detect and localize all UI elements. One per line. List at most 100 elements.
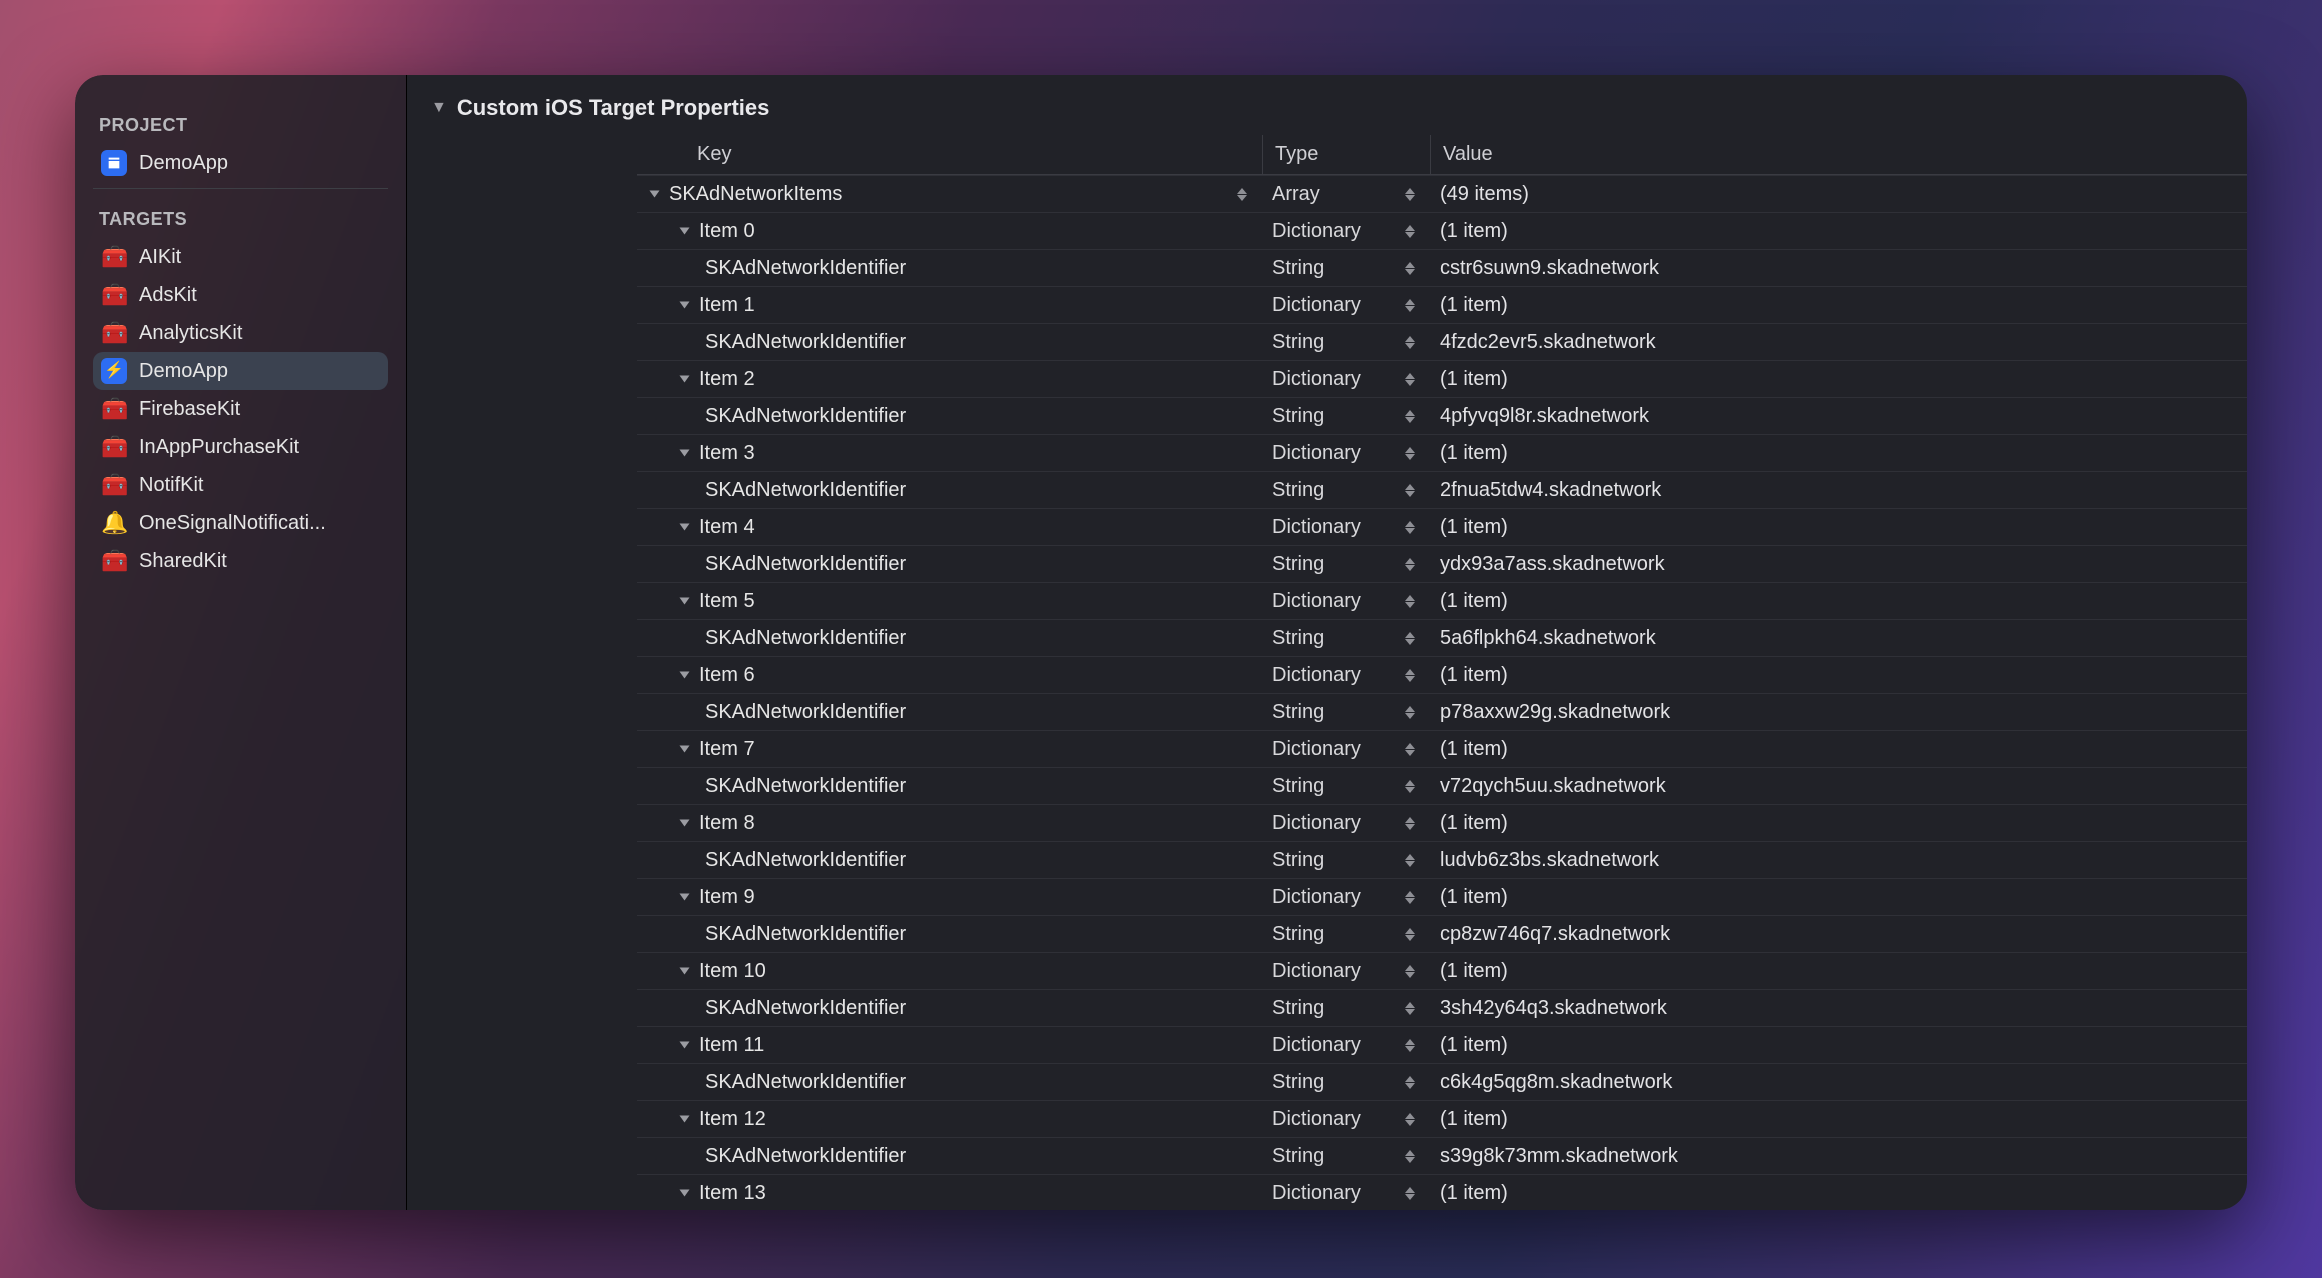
plist-row-item[interactable]: Item 9Dictionary(1 item) xyxy=(637,879,2247,916)
plist-key: Item 10 xyxy=(699,960,766,983)
stepper-icon[interactable] xyxy=(1400,478,1420,502)
plist-row-root[interactable]: SKAdNetworkItems Array (49 items) xyxy=(637,176,2247,213)
disclosure-triangle-icon[interactable] xyxy=(675,300,693,310)
plist-row-child[interactable]: SKAdNetworkIdentifierStringydx93a7ass.sk… xyxy=(637,546,2247,583)
disclosure-triangle-icon[interactable] xyxy=(675,226,693,236)
target-item[interactable]: 🧰FirebaseKit xyxy=(93,390,388,428)
disclosure-triangle-icon[interactable] xyxy=(675,596,693,606)
plist-row-child[interactable]: SKAdNetworkIdentifierString4pfyvq9l8r.sk… xyxy=(637,398,2247,435)
plist-row-child[interactable]: SKAdNetworkIdentifierStringp78axxw29g.sk… xyxy=(637,694,2247,731)
properties-section-header[interactable]: ▼ Custom iOS Target Properties xyxy=(407,75,2247,135)
plist-type: Dictionary xyxy=(1272,960,1361,983)
plist-key: Item 6 xyxy=(699,664,755,687)
plist-row-item[interactable]: Item 13Dictionary(1 item) xyxy=(637,1175,2247,1210)
plist-row-child[interactable]: SKAdNetworkIdentifierStringc6k4g5qg8m.sk… xyxy=(637,1064,2247,1101)
plist-row-child[interactable]: SKAdNetworkIdentifierString2fnua5tdw4.sk… xyxy=(637,472,2247,509)
plist-value: 4pfyvq9l8r.skadnetwork xyxy=(1440,405,1649,428)
stepper-icon[interactable] xyxy=(1400,1107,1420,1131)
plist-row-child[interactable]: SKAdNetworkIdentifierStringv72qych5uu.sk… xyxy=(637,768,2247,805)
plist-row-child[interactable]: SKAdNetworkIdentifierString4fzdc2evr5.sk… xyxy=(637,324,2247,361)
plist-type: Dictionary xyxy=(1272,442,1361,465)
disclosure-triangle-icon[interactable] xyxy=(675,744,693,754)
plist-value: (49 items) xyxy=(1440,183,1529,206)
stepper-icon[interactable] xyxy=(1400,330,1420,354)
stepper-icon[interactable] xyxy=(1400,663,1420,687)
plist-key: Item 2 xyxy=(699,368,755,391)
section-title-project: PROJECT xyxy=(93,105,388,144)
plist-row-item[interactable]: Item 10Dictionary(1 item) xyxy=(637,953,2247,990)
column-header-value[interactable]: Value xyxy=(1430,135,2247,175)
stepper-icon[interactable] xyxy=(1400,737,1420,761)
target-item[interactable]: 🧰AnalyticsKit xyxy=(93,314,388,352)
plist-row-item[interactable]: Item 0Dictionary(1 item) xyxy=(637,213,2247,250)
stepper-icon[interactable] xyxy=(1400,1033,1420,1057)
disclosure-triangle-icon[interactable] xyxy=(675,670,693,680)
plist-type: Dictionary xyxy=(1272,368,1361,391)
disclosure-triangle-icon[interactable] xyxy=(675,522,693,532)
column-header-key[interactable]: Key xyxy=(637,135,1262,175)
stepper-icon[interactable] xyxy=(1400,182,1420,206)
disclosure-triangle-icon[interactable] xyxy=(645,189,663,199)
plist-row-child[interactable]: SKAdNetworkIdentifierString5a6flpkh64.sk… xyxy=(637,620,2247,657)
target-item[interactable]: 🔔OneSignalNotificati... xyxy=(93,504,388,542)
stepper-icon[interactable] xyxy=(1400,996,1420,1020)
target-item[interactable]: 🧰AIKit xyxy=(93,238,388,276)
target-item[interactable]: 🧰SharedKit xyxy=(93,542,388,580)
stepper-icon[interactable] xyxy=(1400,848,1420,872)
target-item[interactable]: 🧰AdsKit xyxy=(93,276,388,314)
target-item[interactable]: 🧰InAppPurchaseKit xyxy=(93,428,388,466)
disclosure-triangle-icon[interactable] xyxy=(675,1188,693,1198)
plist-type: String xyxy=(1272,479,1324,502)
disclosure-triangle-icon[interactable] xyxy=(675,448,693,458)
stepper-icon[interactable] xyxy=(1400,1070,1420,1094)
plist-row-item[interactable]: Item 6Dictionary(1 item) xyxy=(637,657,2247,694)
stepper-icon[interactable] xyxy=(1400,441,1420,465)
plist-row-child[interactable]: SKAdNetworkIdentifierStrings39g8k73mm.sk… xyxy=(637,1138,2247,1175)
stepper-icon[interactable] xyxy=(1400,811,1420,835)
stepper-icon[interactable] xyxy=(1232,182,1252,206)
stepper-icon[interactable] xyxy=(1400,367,1420,391)
target-item-label: InAppPurchaseKit xyxy=(139,436,299,459)
stepper-icon[interactable] xyxy=(1400,404,1420,428)
stepper-icon[interactable] xyxy=(1400,959,1420,983)
stepper-icon[interactable] xyxy=(1400,885,1420,909)
disclosure-triangle-icon[interactable] xyxy=(675,374,693,384)
disclosure-triangle-icon[interactable] xyxy=(675,966,693,976)
disclosure-triangle-icon[interactable] xyxy=(675,1040,693,1050)
stepper-icon[interactable] xyxy=(1400,774,1420,798)
plist-row-child[interactable]: SKAdNetworkIdentifierString3sh42y64q3.sk… xyxy=(637,990,2247,1027)
column-header-type[interactable]: Type xyxy=(1262,135,1430,175)
stepper-icon[interactable] xyxy=(1400,922,1420,946)
plist-row-item[interactable]: Item 2Dictionary(1 item) xyxy=(637,361,2247,398)
plist-row-child[interactable]: SKAdNetworkIdentifierStringludvb6z3bs.sk… xyxy=(637,842,2247,879)
plist-row-item[interactable]: Item 7Dictionary(1 item) xyxy=(637,731,2247,768)
target-item-label: NotifKit xyxy=(139,474,203,497)
stepper-icon[interactable] xyxy=(1400,626,1420,650)
stepper-icon[interactable] xyxy=(1400,589,1420,613)
stepper-icon[interactable] xyxy=(1400,552,1420,576)
target-item[interactable]: 🧰NotifKit xyxy=(93,466,388,504)
target-item[interactable]: ⚡DemoApp xyxy=(93,352,388,390)
disclosure-triangle-icon[interactable] xyxy=(675,1114,693,1124)
stepper-icon[interactable] xyxy=(1400,515,1420,539)
plist-row-item[interactable]: Item 1Dictionary(1 item) xyxy=(637,287,2247,324)
stepper-icon[interactable] xyxy=(1400,1181,1420,1205)
plist-row-item[interactable]: Item 11Dictionary(1 item) xyxy=(637,1027,2247,1064)
plist-row-item[interactable]: Item 4Dictionary(1 item) xyxy=(637,509,2247,546)
project-item-demoapp[interactable]: DemoApp xyxy=(93,144,388,182)
disclosure-triangle-icon[interactable] xyxy=(675,818,693,828)
stepper-icon[interactable] xyxy=(1400,293,1420,317)
plist-row-item[interactable]: Item 5Dictionary(1 item) xyxy=(637,583,2247,620)
stepper-icon[interactable] xyxy=(1400,1144,1420,1168)
plist-row-item[interactable]: Item 8Dictionary(1 item) xyxy=(637,805,2247,842)
plist-key: SKAdNetworkIdentifier xyxy=(705,923,906,946)
plist-row-item[interactable]: Item 3Dictionary(1 item) xyxy=(637,435,2247,472)
stepper-icon[interactable] xyxy=(1400,219,1420,243)
plist-row-child[interactable]: SKAdNetworkIdentifierStringcstr6suwn9.sk… xyxy=(637,250,2247,287)
disclosure-triangle-icon[interactable] xyxy=(675,892,693,902)
plist-row-child[interactable]: SKAdNetworkIdentifierStringcp8zw746q7.sk… xyxy=(637,916,2247,953)
stepper-icon[interactable] xyxy=(1400,256,1420,280)
plist-row-item[interactable]: Item 12Dictionary(1 item) xyxy=(637,1101,2247,1138)
stepper-icon[interactable] xyxy=(1400,700,1420,724)
chevron-down-icon: ▼ xyxy=(431,99,447,117)
